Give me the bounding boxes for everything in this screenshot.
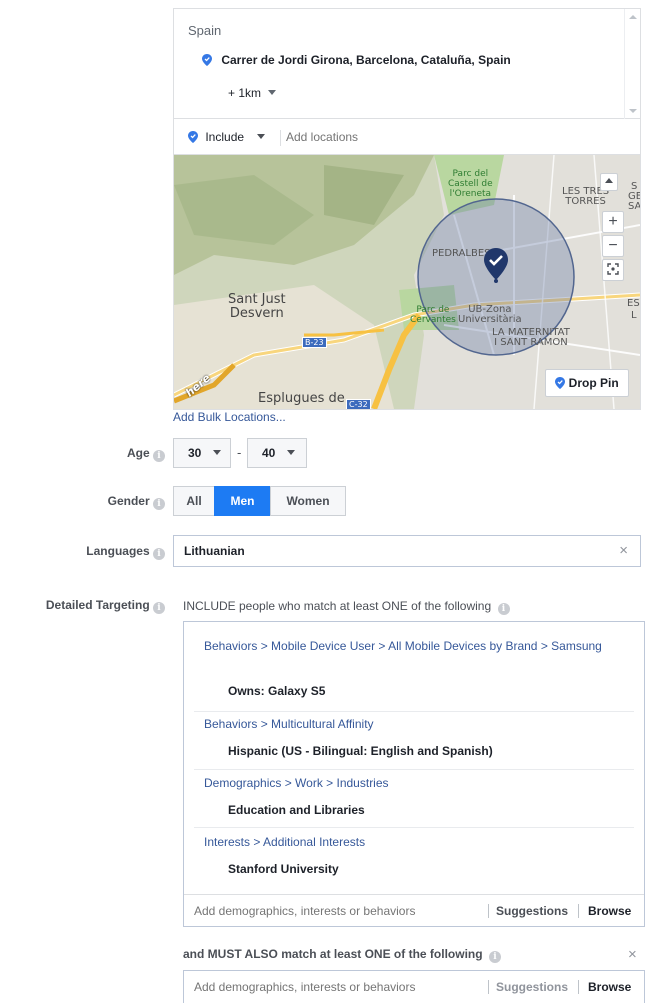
targeting-item-path[interactable]: Behaviors > Multicultural Affinity [204, 716, 374, 732]
suggestions-button[interactable]: Suggestions [496, 904, 568, 918]
map-label-edge-l: L [631, 310, 637, 321]
map-label-parc-castell: Parc del Castell de l'Oreneta [448, 169, 493, 199]
divider [578, 904, 579, 918]
info-icon[interactable]: i [153, 498, 165, 510]
location-panel: Spain Carrer de Jordi Girona, Barcelona,… [173, 8, 641, 410]
targeting-item-value[interactable]: Owns: Galaxy S5 [228, 684, 325, 698]
targeting-item-value[interactable]: Education and Libraries [228, 803, 365, 817]
gender-men-button[interactable]: Men [214, 486, 271, 516]
divider [488, 904, 489, 918]
gender-label: Gender i [108, 494, 165, 510]
recenter-icon [607, 263, 619, 275]
gender-label-text: Gender [107, 494, 150, 508]
targeting-item: Demographics > Work > Industries Educati… [194, 770, 634, 828]
targeting-item: Interests > Additional Interests Stanfor… [194, 828, 634, 894]
divider [488, 980, 489, 994]
map-label-esplugues: Esplugues de [258, 391, 345, 406]
recenter-button[interactable] [602, 259, 624, 281]
map-road-c32: C-32 [346, 399, 371, 409]
include-heading: INCLUDE people who match at least ONE of… [183, 599, 510, 615]
chevron-down-icon [212, 450, 221, 455]
age-label: Age i [127, 446, 165, 462]
must-also-box: Suggestions Browse [183, 970, 645, 1003]
age-min-select[interactable]: 30 [173, 438, 231, 468]
location-list: Spain Carrer de Jordi Girona, Barcelona,… [174, 9, 640, 119]
gender-all-button[interactable]: All [173, 486, 215, 516]
targeting-item-value[interactable]: Stanford University [228, 862, 339, 876]
map-label-edge-es: ES [627, 298, 640, 309]
scroll-up-icon[interactable] [629, 15, 637, 19]
location-entry[interactable]: Carrer de Jordi Girona, Barcelona, Catal… [202, 53, 511, 67]
must-add-targeting-input[interactable] [194, 976, 474, 998]
radius-dropdown[interactable]: + 1km [228, 86, 277, 100]
targeting-item-path[interactable]: Behaviors > Mobile Device User > All Mob… [204, 638, 604, 654]
age-min-value: 30 [188, 446, 202, 460]
close-icon[interactable]: × [628, 946, 637, 963]
scroll-down-icon[interactable] [629, 109, 637, 113]
chevron-down-icon [268, 90, 277, 95]
map-label-maternitat: LA MATERNITAT I SANT RAMON [492, 327, 570, 348]
location-country: Spain [188, 23, 222, 38]
map-label-edge-sa: SA [628, 201, 640, 212]
include-dropdown[interactable]: Include [188, 130, 266, 144]
languages-label: Languages i [86, 544, 165, 560]
add-targeting-row: Suggestions Browse [184, 894, 644, 926]
age-label-text: Age [126, 446, 150, 460]
must-also-heading-text: and MUST ALSO match at least ONE of the … [183, 947, 483, 961]
location-scrollbar[interactable] [624, 9, 640, 119]
map-pin-icon [484, 248, 508, 283]
include-pin-icon [188, 131, 198, 143]
map-label-sant-just: Sant Just Desvern [228, 292, 286, 321]
targeting-item: Behaviors > Multicultural Affinity Hispa… [194, 712, 634, 770]
zoom-in-button[interactable]: + [602, 211, 624, 233]
detailed-targeting-box: Behaviors > Mobile Device User > All Mob… [183, 621, 645, 927]
location-map[interactable]: Parc del Castell de l'Oreneta LES TRES T… [174, 155, 640, 409]
info-icon[interactable]: i [153, 450, 165, 462]
map-label-ub-zona: UB-Zona Universitària [458, 304, 522, 325]
targeting-item-path[interactable]: Demographics > Work > Industries [204, 775, 389, 791]
targeting-item: Behaviors > Mobile Device User > All Mob… [194, 622, 634, 712]
drop-pin-icon [555, 377, 566, 389]
age-separator: - [237, 445, 242, 460]
location-address: Carrer de Jordi Girona, Barcelona, Catal… [221, 53, 511, 67]
must-suggestions-button[interactable]: Suggestions [496, 980, 568, 994]
zoom-out-button[interactable]: − [602, 235, 624, 257]
map-label-parc-cervantes: Parc de Cervantes [410, 305, 456, 325]
gender-women-button[interactable]: Women [270, 486, 346, 516]
radius-value: + 1km [228, 86, 262, 100]
add-targeting-input[interactable] [194, 900, 474, 922]
targeting-item-path[interactable]: Interests > Additional Interests [204, 834, 365, 850]
include-row: Include [174, 119, 640, 155]
detailed-targeting-label-text: Detailed Targeting [45, 598, 150, 612]
divider [578, 980, 579, 994]
browse-button[interactable]: Browse [588, 904, 631, 918]
languages-label-text: Languages [86, 544, 150, 558]
clear-language-icon[interactable]: × [619, 542, 628, 559]
languages-field[interactable]: Lithuanian × [173, 535, 641, 567]
include-label: Include [205, 130, 245, 144]
targeting-item-value[interactable]: Hispanic (US - Bilingual: English and Sp… [228, 744, 493, 758]
location-pin-icon [202, 54, 212, 66]
detailed-targeting-label: Detailed Targeting i [46, 598, 165, 614]
chevron-up-icon [605, 178, 613, 183]
info-icon[interactable]: i [488, 951, 501, 963]
add-bulk-locations-link[interactable]: Add Bulk Locations... [173, 410, 286, 424]
must-browse-button[interactable]: Browse [588, 980, 631, 994]
info-icon[interactable]: i [153, 602, 165, 614]
chevron-down-icon [257, 134, 266, 139]
map-road-b23: B-23 [302, 337, 327, 348]
age-max-select[interactable]: 40 [247, 438, 307, 468]
age-max-value: 40 [262, 446, 276, 460]
drop-pin-label: Drop Pin [568, 376, 619, 390]
must-also-heading: and MUST ALSO match at least ONE of the … [183, 947, 501, 963]
chevron-down-icon [286, 450, 295, 455]
divider [280, 130, 281, 146]
drop-pin-button[interactable]: Drop Pin [545, 369, 629, 397]
map-collapse-button[interactable] [600, 173, 618, 191]
info-icon[interactable]: i [153, 548, 165, 560]
add-locations-input[interactable] [286, 126, 586, 148]
info-icon[interactable]: i [497, 603, 510, 615]
include-heading-text: INCLUDE people who match at least ONE of… [183, 599, 492, 613]
language-token: Lithuanian [184, 544, 245, 558]
